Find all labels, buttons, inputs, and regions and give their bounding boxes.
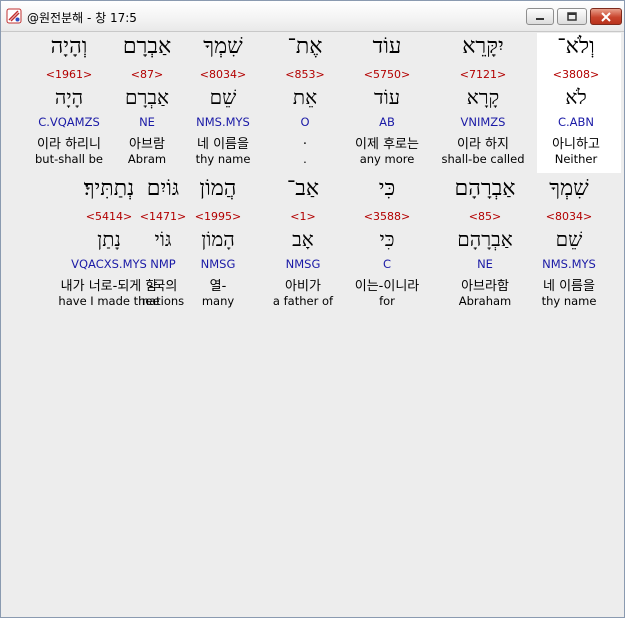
hebrew-word: עוֹד xyxy=(372,34,402,59)
korean-gloss: . xyxy=(302,133,308,148)
parsing-code: C.VQAMZS xyxy=(38,115,100,129)
korean-gloss: 내가 너로-되게 함 xyxy=(60,279,158,294)
interlinear-panel: וְלֹא־ <3808> לֹא C.ABN 아니하고 Neither יִקָּרֵא <… xyxy=(27,31,621,617)
english-gloss: . xyxy=(303,152,307,166)
english-gloss: Neither xyxy=(554,152,598,166)
korean-gloss: 이는-이니라 xyxy=(354,279,420,294)
hebrew-root: קָרָא xyxy=(466,85,500,109)
parsing-code: C xyxy=(382,257,392,271)
korean-gloss: 아비가 xyxy=(285,279,321,294)
strongs-number: <3808> xyxy=(552,68,600,81)
maximize-button[interactable] xyxy=(557,8,587,25)
strongs-number: <1961> xyxy=(45,68,93,81)
english-gloss: but-shall be xyxy=(35,152,103,166)
hebrew-root: אָב xyxy=(292,227,314,251)
hebrew-root: נָתַן xyxy=(97,227,121,251)
hebrew-word: נְתַתִּיךָ׃ xyxy=(83,176,135,201)
strongs-number: <5750> xyxy=(363,68,411,81)
strongs-number: <853> xyxy=(285,68,325,81)
close-button[interactable] xyxy=(590,8,622,25)
english-gloss: a father of xyxy=(272,294,334,308)
app-window: @원전분해 - 창 17:5 וְלֹא־ <3808> לֹא C.ABN 아니하고 N… xyxy=(0,0,625,618)
strongs-number: <7121> xyxy=(459,68,507,81)
hebrew-root: אַבְרָהָם xyxy=(457,227,513,251)
korean-gloss: 열- xyxy=(209,279,227,294)
hebrew-word: יִקָּרֵא xyxy=(462,34,504,59)
hebrew-word: הֲמוֹן xyxy=(199,176,237,201)
hebrew-root: לֹא xyxy=(565,85,587,109)
hebrew-root: אֵת xyxy=(292,85,318,109)
hebrew-word: אַבְרָהָם xyxy=(454,176,516,201)
english-gloss: shall-be called xyxy=(441,152,525,166)
parsing-code: AB xyxy=(379,115,395,129)
hebrew-word: וְהָיָה xyxy=(50,34,88,59)
english-gloss: for xyxy=(379,294,395,308)
hebrew-word: וְלֹא־ xyxy=(557,34,595,59)
hebrew-root: הָמוֹן xyxy=(201,227,235,251)
window-title: @원전분해 - 창 17:5 xyxy=(27,11,137,25)
minimize-icon xyxy=(527,9,553,24)
title-bar[interactable]: @원전분해 - 창 17:5 xyxy=(1,1,624,32)
strongs-number: <5414> xyxy=(85,210,133,223)
hebrew-root: כִּי xyxy=(379,227,395,251)
parsing-code: NMSG xyxy=(285,257,321,271)
korean-gloss: 아브라함 xyxy=(461,279,509,294)
english-gloss: Abraham xyxy=(458,294,512,308)
strongs-number: <1> xyxy=(290,210,316,223)
korean-gloss: 이라 하리니 xyxy=(37,137,101,152)
english-gloss: any more xyxy=(359,152,415,166)
korean-gloss: 이라 하지 xyxy=(457,137,509,152)
close-icon xyxy=(591,9,621,24)
parsing-code: O xyxy=(300,115,310,129)
korean-gloss: 아니하고 xyxy=(552,137,600,152)
hebrew-word: אֶת־ xyxy=(287,34,323,59)
parsing-code: NMSG xyxy=(200,257,236,271)
strongs-number: <85> xyxy=(468,210,502,223)
english-gloss: many xyxy=(201,294,235,308)
app-icon[interactable] xyxy=(6,8,22,24)
minimize-button[interactable] xyxy=(526,8,554,25)
strongs-number: <1995> xyxy=(194,210,242,223)
parsing-code: NE xyxy=(477,257,493,271)
english-gloss: thy name xyxy=(541,294,597,308)
hebrew-word: אַב־ xyxy=(286,176,320,201)
maximize-icon xyxy=(558,9,586,24)
parsing-code: VQACXS.MYS xyxy=(71,257,147,271)
hebrew-word: שִׁמְךָ xyxy=(549,176,589,201)
parsing-code: NMS.MYS xyxy=(542,257,596,271)
hebrew-word: כִּי xyxy=(378,176,396,201)
korean-gloss: 네 이름을 xyxy=(543,279,595,294)
strongs-number: <8034> xyxy=(545,210,593,223)
hebrew-root: הָיָה xyxy=(54,85,84,109)
strongs-number: <3588> xyxy=(363,210,411,223)
hebrew-root: שֵׁם xyxy=(555,227,583,251)
hebrew-root: עוֹד xyxy=(373,85,401,109)
korean-gloss: 이제 후로는 xyxy=(355,137,419,152)
parsing-code: C.ABN xyxy=(557,115,595,129)
english-gloss: have I made thee xyxy=(58,294,160,308)
parsing-code: VNIMZS xyxy=(460,115,506,129)
